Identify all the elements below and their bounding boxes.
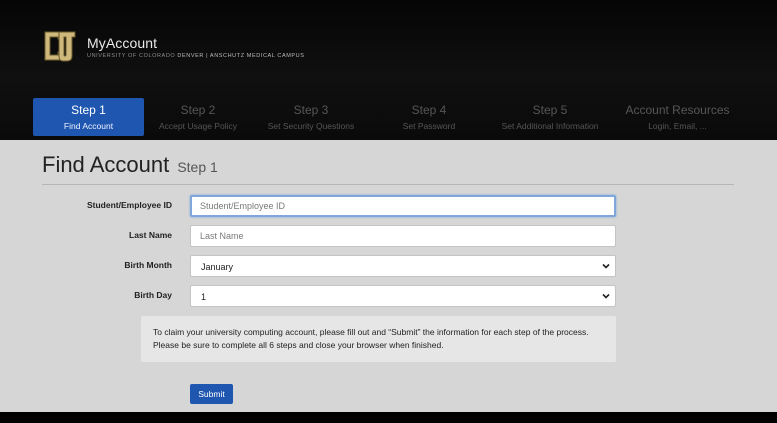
last-name-label: Last Name <box>129 230 172 240</box>
chevron-down-icon <box>602 263 610 269</box>
brand-sub-campus: DENVER | ANSCHUTZ MEDICAL CAMPUS <box>177 53 305 59</box>
page-title-text: Find Account <box>42 152 170 177</box>
step-subtitle: Accept Usage Policy <box>159 121 237 131</box>
instructions-box: To claim your university computing accou… <box>141 316 616 362</box>
step-3-tab: Step 3 Set Security Questions <box>252 98 370 136</box>
last-name-row: Last Name <box>0 225 777 247</box>
birth-month-value: January <box>201 262 234 272</box>
page-subtitle: Step 1 <box>177 159 218 175</box>
step-navigation: Step 1 Find Account Step 2 Accept Usage … <box>33 98 743 136</box>
birth-month-row: Birth Month January <box>0 255 777 277</box>
main-content: Find Account Step 1 Student/Employee ID … <box>0 140 777 412</box>
bottom-bar <box>0 412 777 423</box>
step-subtitle: Set Password <box>402 121 456 131</box>
page-title: Find Account Step 1 <box>42 152 218 178</box>
student-id-input[interactable] <box>190 195 616 217</box>
student-id-row: Student/Employee ID <box>0 195 777 217</box>
step-subtitle: Find Account <box>63 121 114 131</box>
step-title: Step 1 <box>71 103 106 117</box>
step-2-tab: Step 2 Accept Usage Policy <box>144 98 252 136</box>
birth-day-select[interactable]: 1 <box>190 285 616 307</box>
cu-logo-icon[interactable] <box>42 28 78 64</box>
step-title: Step 5 <box>532 103 568 117</box>
chevron-down-icon <box>602 293 610 299</box>
birth-day-row: Birth Day 1 <box>0 285 777 307</box>
brand-subtitle: UNIVERSITY OF COLORADO DENVER | ANSCHUTZ… <box>87 53 305 59</box>
step-subtitle: Login, Email, ... <box>648 121 707 131</box>
instructions-line-2: Please be sure to complete all 6 steps a… <box>153 340 444 350</box>
site-header: MyAccount UNIVERSITY OF COLORADO DENVER … <box>0 0 777 140</box>
student-id-label: Student/Employee ID <box>86 200 172 210</box>
step-4-tab: Step 4 Set Password <box>370 98 488 136</box>
step-1-tab[interactable]: Step 1 Find Account <box>33 98 144 136</box>
instructions-line-1: To claim your university computing accou… <box>153 327 589 337</box>
birth-day-label: Birth Day <box>134 290 172 300</box>
step-5-tab: Step 5 Set Additional Information <box>488 98 612 136</box>
step-title: Step 3 <box>293 103 329 117</box>
step-title: Account Resources <box>625 103 730 117</box>
title-divider <box>42 184 734 185</box>
step-subtitle: Set Security Questions <box>267 121 355 131</box>
birth-month-label: Birth Month <box>124 260 172 270</box>
step-subtitle: Set Additional Information <box>501 121 599 131</box>
submit-button[interactable]: Submit <box>190 384 233 404</box>
birth-month-select[interactable]: January <box>190 255 616 277</box>
step-title: Step 2 <box>180 103 216 117</box>
brand-title: MyAccount <box>87 35 158 51</box>
brand-sub-prefix: UNIVERSITY OF COLORADO <box>87 53 176 59</box>
step-title: Step 4 <box>411 103 447 117</box>
birth-day-value: 1 <box>201 292 207 302</box>
account-resources-tab[interactable]: Account Resources Login, Email, ... <box>612 98 743 136</box>
last-name-input[interactable] <box>190 225 616 247</box>
